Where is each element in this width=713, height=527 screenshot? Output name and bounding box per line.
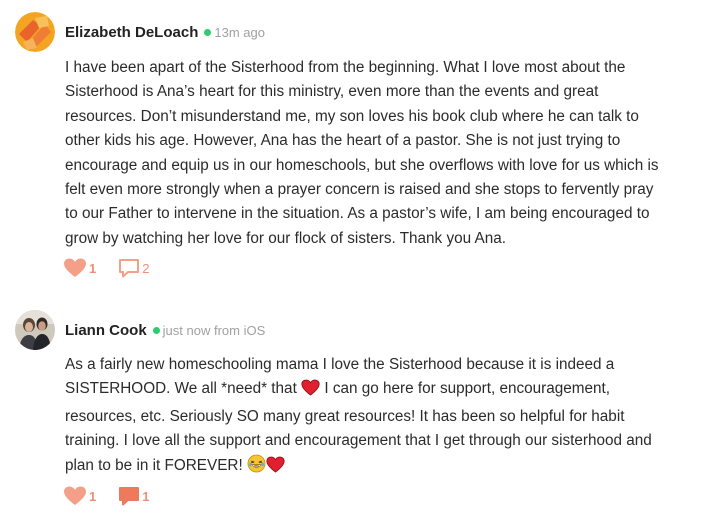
comment-bubble-icon	[119, 259, 140, 278]
comment-text-segment: plan to be in it FOREVER!	[65, 456, 243, 474]
author-name[interactable]: Elizabeth DeLoach	[65, 24, 198, 41]
comment-body: I have been apart of the Sisterhood from…	[65, 56, 695, 251]
online-status-indicator	[204, 28, 212, 36]
comment-line: resources, etc. Seriously SO many great …	[65, 407, 625, 425]
comment-line: training. I love all the support and enc…	[65, 432, 652, 450]
online-status-indicator	[152, 326, 160, 334]
comment-actions: 1 1	[63, 485, 171, 507]
comment-line: plan to be in it FOREVER!	[65, 454, 695, 481]
comment-line: Sisterhood is Ana’s heart for this minis…	[65, 83, 599, 101]
avatar[interactable]	[15, 310, 55, 350]
photo-avatar-icon	[15, 310, 55, 350]
reply-button[interactable]: 1	[118, 486, 149, 506]
reply-count: 1	[142, 488, 150, 504]
comment-text-segment: I can go here for support, encouragement…	[324, 380, 611, 398]
comment-line: to our Father to intervene in the situat…	[65, 205, 650, 223]
heart-icon	[64, 258, 86, 277]
like-count: 1	[89, 260, 97, 276]
comment-line: felt even more strongly when a prayer co…	[65, 181, 654, 199]
heart-icon	[64, 486, 86, 505]
comment-line: resources. Don’t misunderstand me, my so…	[65, 107, 639, 125]
comment-line: I have been apart of the Sisterhood from…	[65, 59, 626, 76]
comment-line: encourage and equip us in our homeschool…	[65, 156, 659, 174]
comment-line: grow by watching her love for our flock …	[65, 229, 506, 247]
like-button[interactable]: 1	[63, 486, 96, 506]
red-heart-emoji-icon	[266, 456, 285, 481]
comment-bubble-filled-icon	[119, 487, 140, 506]
comment-actions: 1 2	[63, 257, 171, 279]
post-timestamp[interactable]: 13m ago	[214, 25, 265, 40]
like-button[interactable]: 1	[63, 258, 96, 278]
comment-text-segment: SISTERHOOD. We all *need* that	[65, 380, 297, 398]
reply-count: 2	[142, 260, 150, 276]
comment-line: other kids his age. However, Ana has the…	[65, 132, 621, 150]
red-heart-emoji-icon	[301, 379, 320, 404]
reply-button[interactable]: 2	[118, 258, 149, 278]
comment-line: As a fairly new homeschooling mama I lov…	[65, 356, 615, 373]
post-timestamp[interactable]: just now from iOS	[163, 323, 266, 338]
comment-body: As a fairly new homeschooling mama I lov…	[65, 353, 695, 481]
orange-abstract-avatar-icon	[15, 12, 55, 52]
laughing-emoji-icon	[247, 454, 266, 481]
comment-line: SISTERHOOD. We all *need* that I can go …	[65, 377, 695, 404]
author-name[interactable]: Liann Cook	[65, 322, 147, 339]
like-count: 1	[89, 488, 97, 504]
avatar[interactable]	[15, 12, 55, 52]
